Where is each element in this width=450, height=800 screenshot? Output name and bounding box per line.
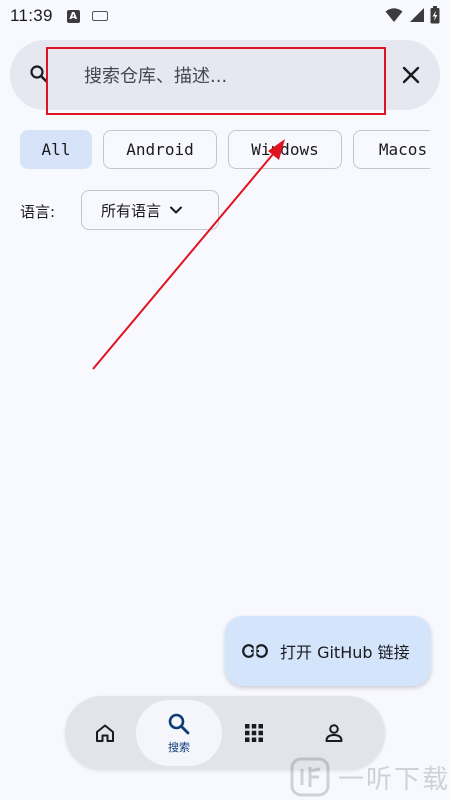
fab-label: 打开 GitHub 链接 (280, 643, 410, 662)
status-system-icons (385, 6, 440, 24)
watermark-logo-icon (290, 757, 330, 797)
wifi-icon (385, 8, 403, 22)
language-label: 语言: (20, 203, 56, 221)
nav-item-home[interactable] (65, 696, 145, 770)
status-time: 11:39 (10, 6, 53, 25)
open-github-link-button[interactable]: 打开 GitHub 链接 (225, 616, 431, 686)
chip-windows[interactable]: Windows (228, 130, 342, 169)
home-icon (96, 724, 114, 742)
watermark-text: 一听下载 (338, 764, 450, 795)
grid-icon (245, 724, 263, 742)
chip-macos[interactable]: Macos (353, 130, 430, 169)
language-select[interactable]: 所有语言 (81, 190, 219, 230)
nav-item-search[interactable]: 搜索 (136, 696, 222, 770)
close-icon[interactable] (400, 64, 422, 86)
watermark: 一听下载 (290, 757, 450, 797)
person-icon (325, 724, 343, 742)
chip-android[interactable]: Android (103, 130, 217, 169)
nav-item-apps[interactable] (214, 696, 294, 770)
chevron-down-icon (170, 206, 183, 214)
keyboard-icon (91, 11, 108, 21)
battery-charging-icon (430, 6, 440, 24)
link-icon (242, 644, 268, 658)
search-icon (168, 713, 190, 734)
search-bar[interactable] (10, 40, 440, 110)
platform-filter-chips: All Android Windows Macos (20, 130, 430, 170)
search-input[interactable] (48, 48, 392, 104)
search-icon (30, 65, 48, 83)
chip-all[interactable]: All (20, 130, 92, 169)
a-icon: A (66, 9, 80, 23)
language-select-value: 所有语言 (101, 201, 162, 220)
status-bar: 11:39 A (0, 0, 450, 32)
signal-icon (410, 8, 424, 22)
nav-label-search: 搜索 (168, 740, 190, 754)
